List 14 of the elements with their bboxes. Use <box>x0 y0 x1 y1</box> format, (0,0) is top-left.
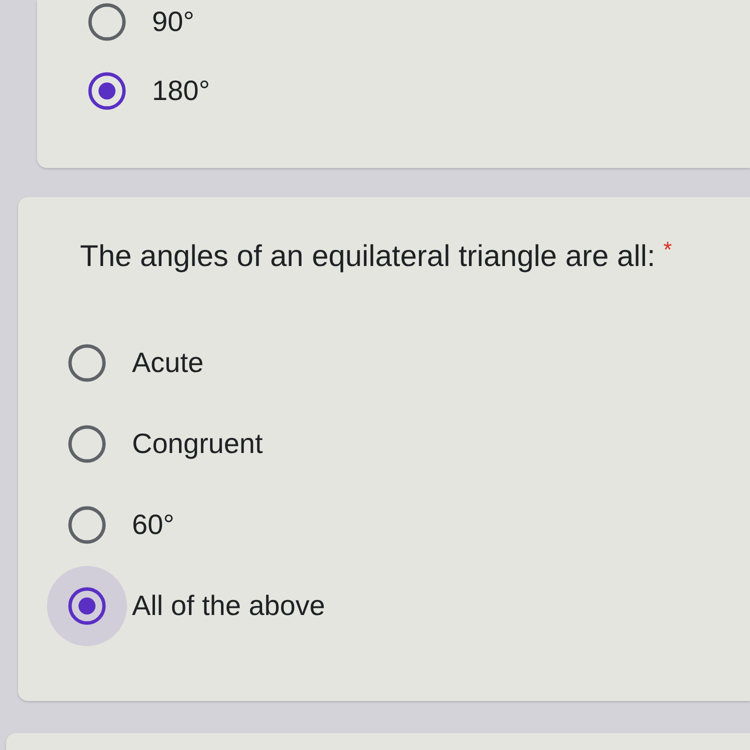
radio-button[interactable] <box>68 506 106 544</box>
radio-button[interactable] <box>68 425 106 463</box>
radio-button[interactable] <box>88 72 126 110</box>
option-label: 60° <box>132 508 174 542</box>
radio-button[interactable] <box>68 344 106 382</box>
option-label: 90° <box>152 5 194 39</box>
option-label: All of the above <box>132 589 326 623</box>
question-title: The angles of an equilateral triangle are all: <box>80 239 656 275</box>
option-label: Acute <box>132 346 204 380</box>
required-asterisk: * <box>663 239 672 261</box>
option-label: Congruent <box>132 427 263 461</box>
radio-button[interactable] <box>88 3 126 41</box>
radio-button[interactable] <box>47 566 127 646</box>
option-label: 180° <box>152 74 210 108</box>
